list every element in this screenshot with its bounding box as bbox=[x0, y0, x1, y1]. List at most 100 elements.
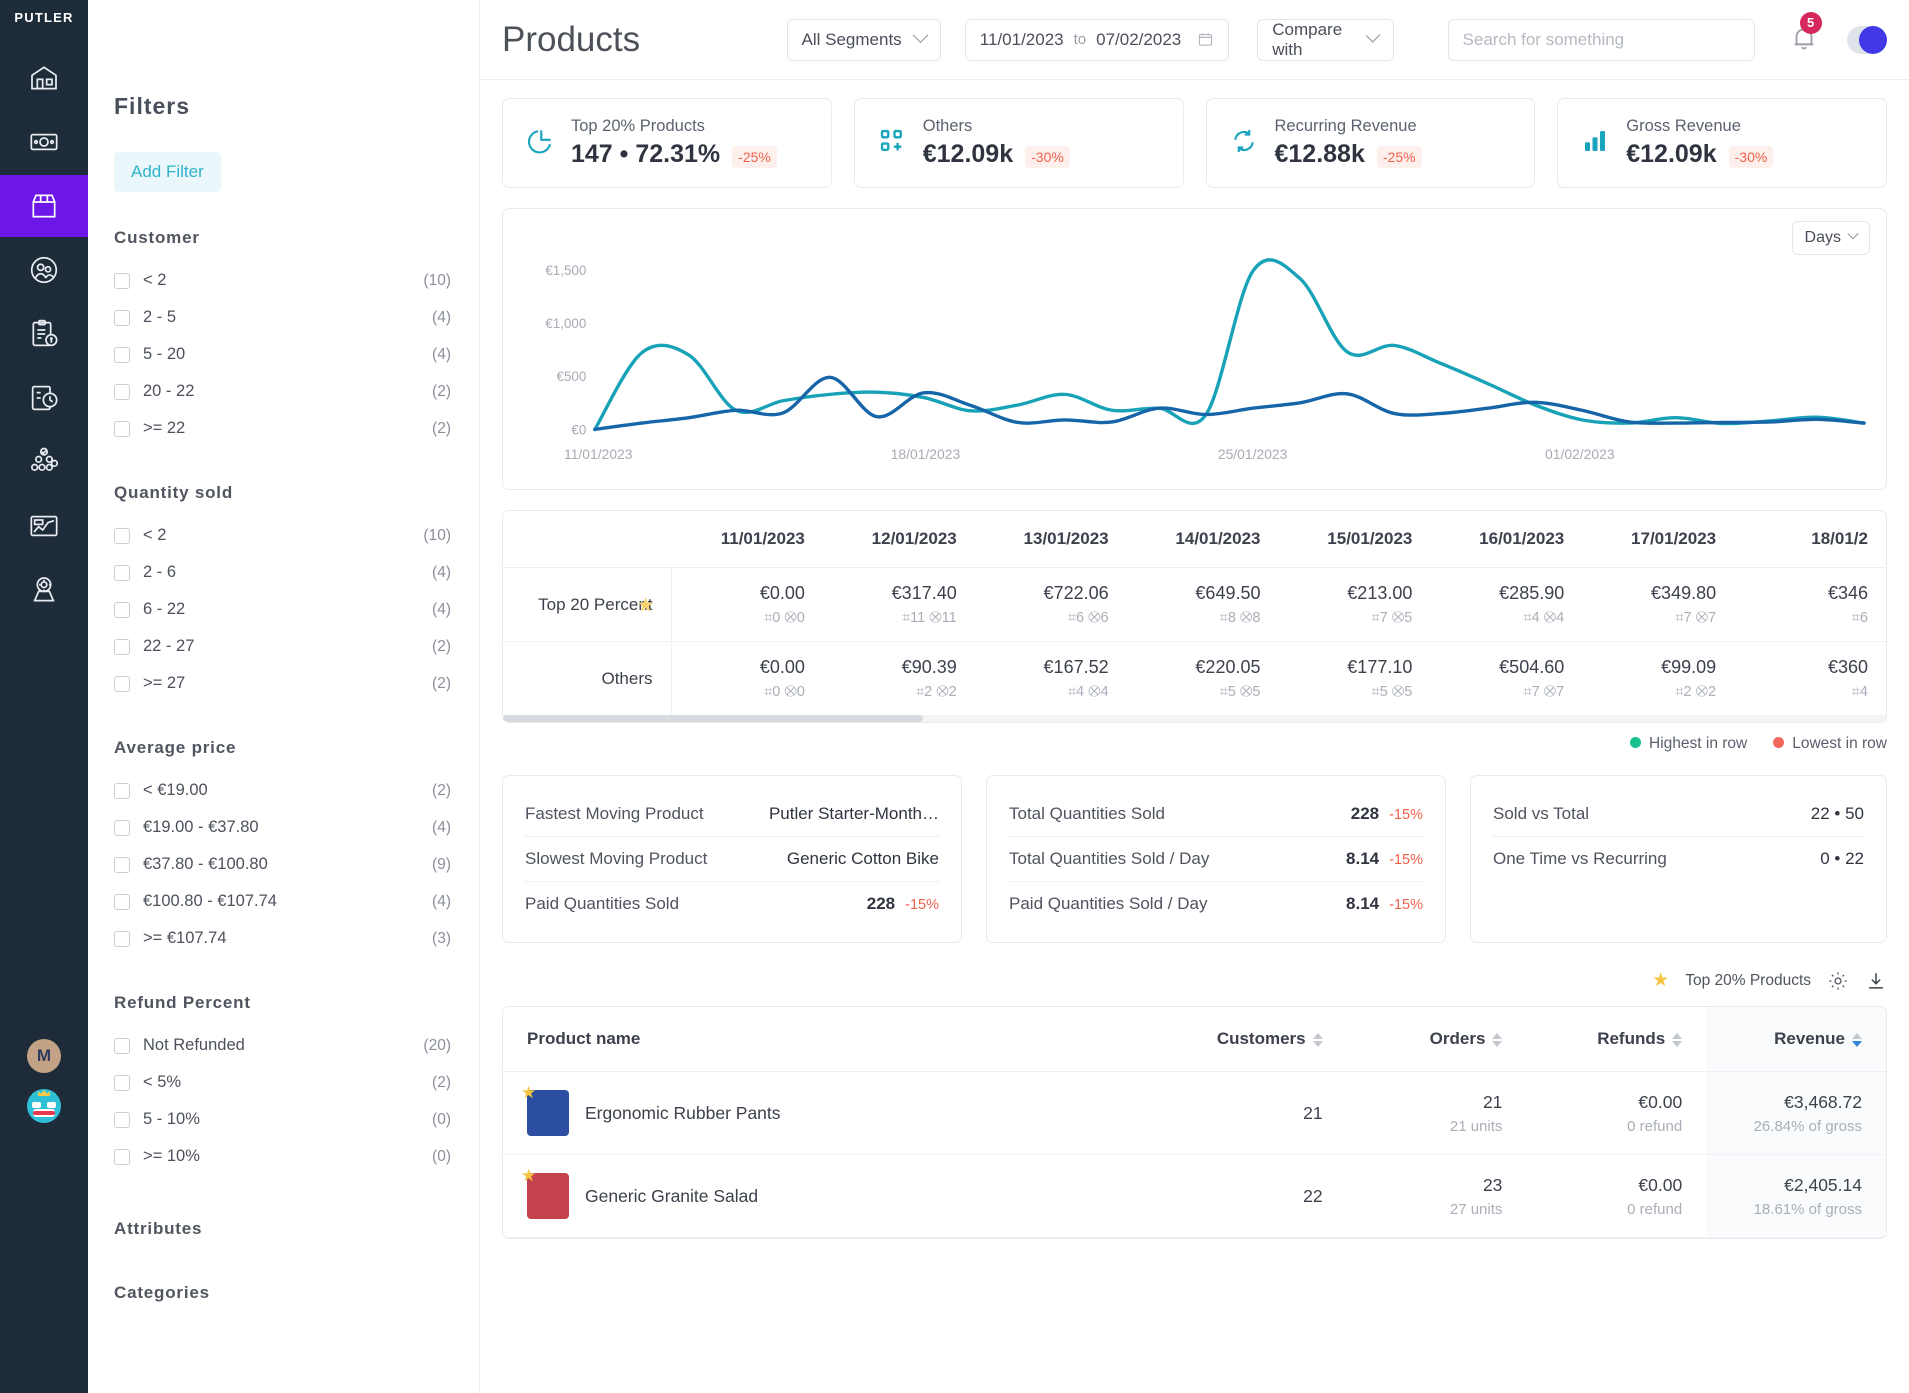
grid-row-label-text: Top 20 Percent bbox=[538, 595, 652, 614]
theme-toggle[interactable] bbox=[1847, 26, 1887, 54]
filter-checkbox[interactable] bbox=[114, 1149, 130, 1165]
filter-checkbox[interactable] bbox=[114, 384, 130, 400]
filter-checkbox[interactable] bbox=[114, 931, 130, 947]
date-range-picker[interactable]: 11/01/2023 to 07/02/2023 bbox=[965, 19, 1229, 61]
sidebar-item-insights[interactable] bbox=[0, 495, 88, 557]
col-refunds[interactable]: Refunds bbox=[1526, 1007, 1706, 1072]
filter-option-label: >= 10% bbox=[143, 1147, 432, 1166]
table-row[interactable]: ★ Ergonomic Rubber Pants 21 2121 units €… bbox=[503, 1072, 1886, 1155]
scrollbar-thumb[interactable] bbox=[503, 715, 923, 722]
compare-with-select[interactable]: Compare with bbox=[1257, 19, 1393, 61]
filter-checkbox[interactable] bbox=[114, 565, 130, 581]
filter-option[interactable]: €100.80 - €107.74(4) bbox=[114, 883, 451, 920]
grid-cell-sub: ⌗4 ⛒4 bbox=[1448, 610, 1564, 626]
grid-cell: €722.06⌗6 ⛒6 bbox=[975, 568, 1127, 642]
summary-card-products: Fastest Moving ProductPutler Starter-Mon… bbox=[502, 775, 962, 943]
filter-option[interactable]: < 5%(2) bbox=[114, 1064, 451, 1101]
filter-option[interactable]: €19.00 - €37.80(4) bbox=[114, 809, 451, 846]
filter-checkbox[interactable] bbox=[114, 1038, 130, 1054]
filter-checkbox[interactable] bbox=[114, 310, 130, 326]
sidebar-item-sales[interactable] bbox=[0, 111, 88, 173]
filter-checkbox[interactable] bbox=[114, 602, 130, 618]
filter-option[interactable]: >= 10%(0) bbox=[114, 1138, 451, 1175]
segment-select[interactable]: All Segments bbox=[787, 19, 941, 61]
filter-option[interactable]: >= €107.74(3) bbox=[114, 920, 451, 957]
sort-icon[interactable] bbox=[1672, 1033, 1682, 1047]
sort-icon-active[interactable] bbox=[1852, 1033, 1862, 1047]
grid-cell: €0.00⌗0 ⛒0 bbox=[671, 568, 823, 642]
sidebar-item-home[interactable] bbox=[0, 47, 88, 109]
filter-option-count: (20) bbox=[423, 1037, 451, 1055]
sidebar-item-transactions[interactable] bbox=[0, 303, 88, 365]
filter-checkbox[interactable] bbox=[114, 820, 130, 836]
filter-checkbox[interactable] bbox=[114, 273, 130, 289]
filter-option[interactable]: 5 - 10%(0) bbox=[114, 1101, 451, 1138]
kpi-label: Gross Revenue bbox=[1626, 117, 1773, 136]
legend-dot-high bbox=[1630, 737, 1641, 748]
filter-checkbox[interactable] bbox=[114, 676, 130, 692]
horizontal-scrollbar[interactable] bbox=[503, 715, 1886, 722]
filter-option[interactable]: 2 - 5(4) bbox=[114, 299, 451, 336]
filter-checkbox[interactable] bbox=[114, 1075, 130, 1091]
toggle-knob bbox=[1859, 26, 1887, 54]
orders-sub: 27 units bbox=[1371, 1201, 1503, 1218]
sidebar-item-settings[interactable] bbox=[0, 559, 88, 621]
sidebar-item-products[interactable] bbox=[0, 175, 88, 237]
grid-cell-amount: €349.80 bbox=[1651, 583, 1716, 604]
filter-group-categories[interactable]: Categories bbox=[114, 1283, 451, 1303]
grid-row-label: Top 20 Percent ★ bbox=[503, 568, 671, 642]
sidebar-item-team[interactable] bbox=[0, 431, 88, 493]
kpi-row: Top 20% Products 147 • 72.31% -25% Other… bbox=[502, 98, 1887, 188]
filter-group-attributes[interactable]: Attributes bbox=[114, 1219, 451, 1239]
filter-option[interactable]: 2 - 6(4) bbox=[114, 554, 451, 591]
filter-option[interactable]: < 2(10) bbox=[114, 262, 451, 299]
kpi-card-recurring-revenue[interactable]: Recurring Revenue €12.88k -25% bbox=[1206, 98, 1536, 188]
grid-cell-amount: €99.09 bbox=[1661, 657, 1716, 678]
grid-cell: €360⌗4 bbox=[1734, 642, 1886, 716]
filter-option-count: (4) bbox=[432, 309, 451, 327]
col-customers[interactable]: Customers bbox=[1167, 1007, 1347, 1072]
filter-checkbox[interactable] bbox=[114, 894, 130, 910]
sort-icon[interactable] bbox=[1492, 1033, 1502, 1047]
col-orders[interactable]: Orders bbox=[1347, 1007, 1527, 1072]
summary-value: Generic Cotton Bike bbox=[787, 849, 939, 869]
date-separator: to bbox=[1074, 31, 1087, 48]
filter-option[interactable]: < 2(10) bbox=[114, 517, 451, 554]
filter-checkbox[interactable] bbox=[114, 421, 130, 437]
download-icon[interactable] bbox=[1865, 970, 1887, 992]
filter-option[interactable]: 5 - 20(4) bbox=[114, 336, 451, 373]
sort-icon[interactable] bbox=[1313, 1033, 1323, 1047]
add-filter-button[interactable]: Add Filter bbox=[114, 152, 221, 192]
gear-icon[interactable] bbox=[1827, 970, 1849, 992]
filter-option[interactable]: 6 - 22(4) bbox=[114, 591, 451, 628]
summary-label: Paid Quantities Sold / Day bbox=[1009, 894, 1207, 914]
filter-option[interactable]: Not Refunded(20) bbox=[114, 1027, 451, 1064]
filter-option[interactable]: < €19.00(2) bbox=[114, 772, 451, 809]
support-bot-icon[interactable] bbox=[27, 1089, 61, 1123]
col-revenue[interactable]: Revenue bbox=[1706, 1007, 1886, 1072]
search-input[interactable]: Search for something bbox=[1448, 19, 1755, 61]
filter-option-label: 20 - 22 bbox=[143, 382, 432, 401]
grid-cell-amount: €213.00 bbox=[1347, 583, 1412, 604]
filter-option[interactable]: >= 22(2) bbox=[114, 410, 451, 447]
sidebar-item-subscriptions[interactable] bbox=[0, 367, 88, 429]
kpi-card-others[interactable]: Others €12.09k -30% bbox=[854, 98, 1184, 188]
kpi-card-gross-revenue[interactable]: Gross Revenue €12.09k -30% bbox=[1557, 98, 1887, 188]
filter-option[interactable]: 22 - 27(2) bbox=[114, 628, 451, 665]
filter-checkbox[interactable] bbox=[114, 1112, 130, 1128]
filter-option[interactable]: €37.80 - €100.80(9) bbox=[114, 846, 451, 883]
avatar[interactable]: M bbox=[27, 1039, 61, 1073]
filter-checkbox[interactable] bbox=[114, 857, 130, 873]
notifications-button[interactable]: 5 bbox=[1789, 23, 1819, 57]
filter-option[interactable]: >= 27(2) bbox=[114, 665, 451, 702]
filter-option[interactable]: 20 - 22(2) bbox=[114, 373, 451, 410]
summary-card-quantities: Total Quantities Sold228-15% Total Quant… bbox=[986, 775, 1446, 943]
filter-checkbox[interactable] bbox=[114, 528, 130, 544]
filter-checkbox[interactable] bbox=[114, 347, 130, 363]
filter-checkbox[interactable] bbox=[114, 639, 130, 655]
sidebar-item-audience[interactable] bbox=[0, 239, 88, 301]
filter-checkbox[interactable] bbox=[114, 783, 130, 799]
kpi-card-top-20-products[interactable]: Top 20% Products 147 • 72.31% -25% bbox=[502, 98, 832, 188]
y-tick-label: €500 bbox=[557, 369, 587, 384]
table-row[interactable]: ★ Generic Granite Salad 22 2327 units €0… bbox=[503, 1155, 1886, 1238]
